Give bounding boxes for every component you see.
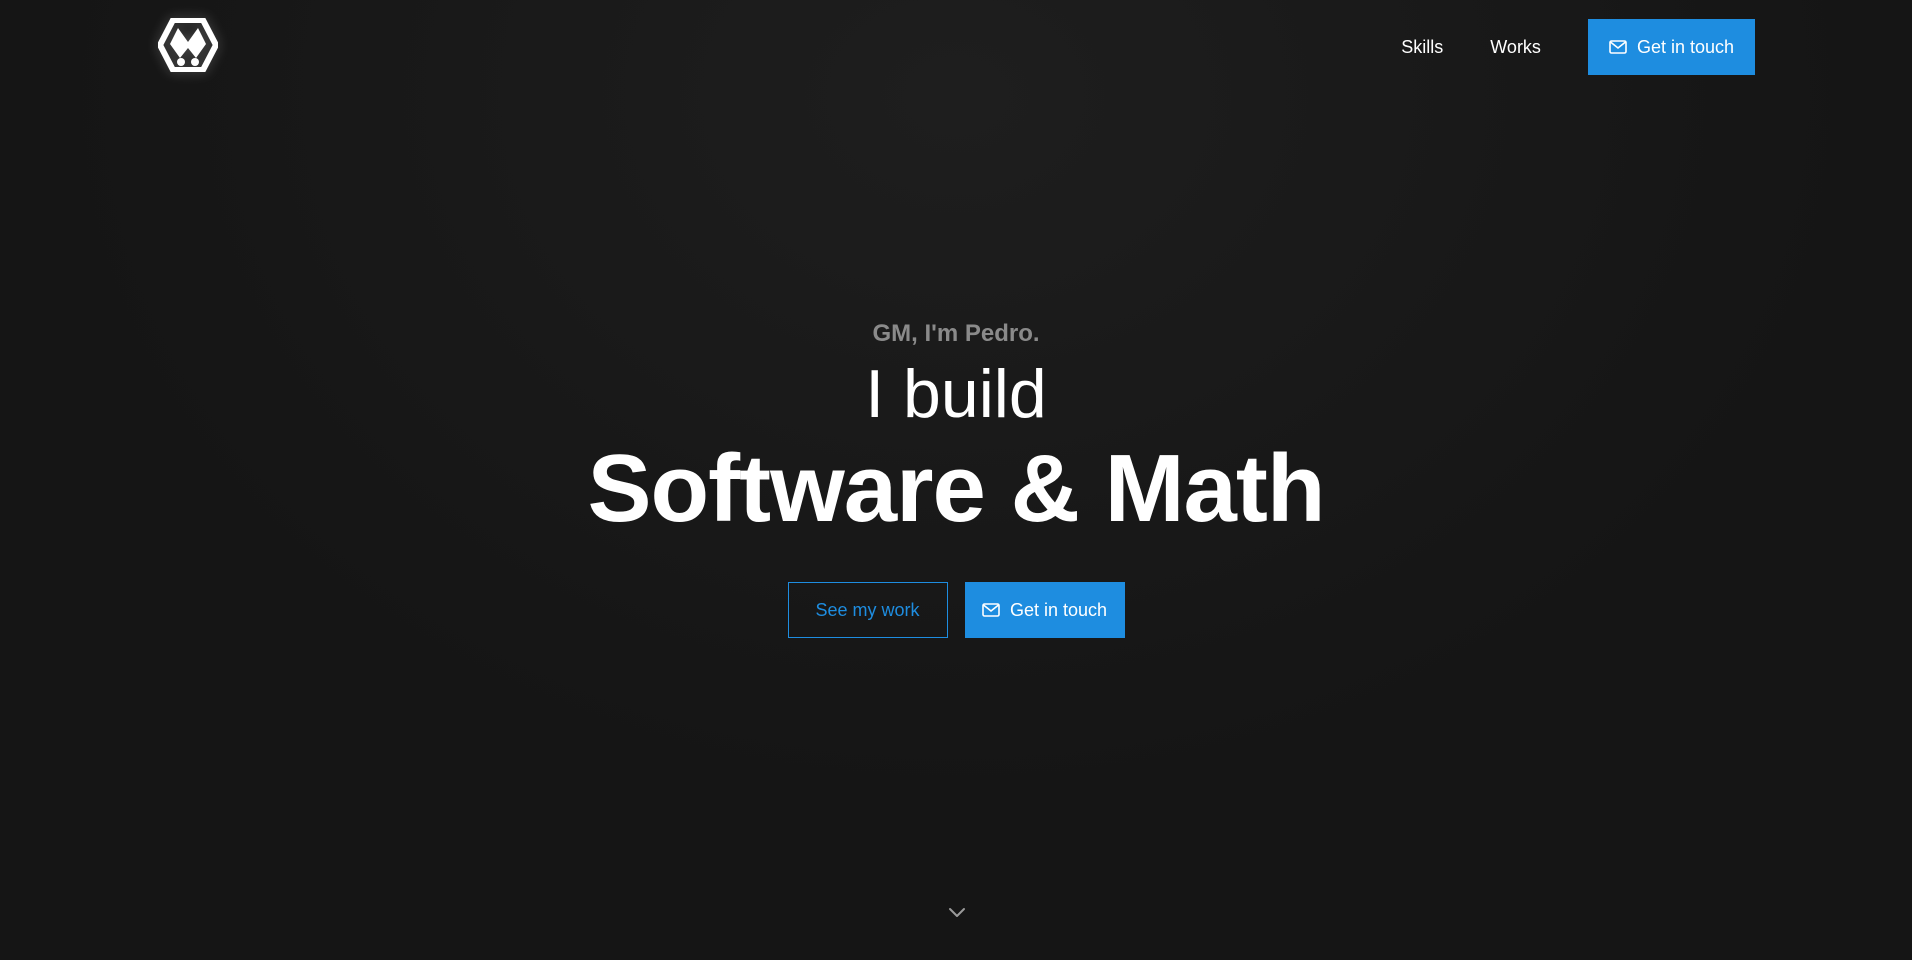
header-get-in-touch-label: Get in touch: [1636, 36, 1734, 57]
nav-link-skills[interactable]: Skills: [1401, 37, 1443, 58]
hero-section: GM, I'm Pedro. I build Software & Math S…: [0, 318, 1912, 638]
hero-greeting: GM, I'm Pedro.: [872, 320, 1040, 347]
page: Skills Works Get in touch GM, I'm Pedro.…: [0, 0, 1912, 960]
hero-buttons: See my work Get in touch: [0, 582, 1912, 638]
site-header: Skills Works Get in touch: [0, 0, 1912, 94]
hero-headline: Software & Math: [587, 435, 1325, 542]
mail-icon: [982, 603, 1000, 617]
logo-icon[interactable]: [158, 18, 218, 72]
hero-get-in-touch-button[interactable]: Get in touch: [964, 582, 1125, 638]
mail-icon: [1609, 40, 1627, 54]
see-my-work-button[interactable]: See my work: [787, 582, 948, 638]
nav-link-works[interactable]: Works: [1490, 37, 1541, 58]
header-get-in-touch-button[interactable]: Get in touch: [1587, 19, 1755, 75]
hero-get-in-touch-label: Get in touch: [1009, 599, 1108, 620]
main-nav: Skills Works Get in touch: [1401, 19, 1755, 75]
chevron-down-icon[interactable]: [948, 907, 966, 919]
hero-build-line: I build: [865, 356, 1047, 432]
